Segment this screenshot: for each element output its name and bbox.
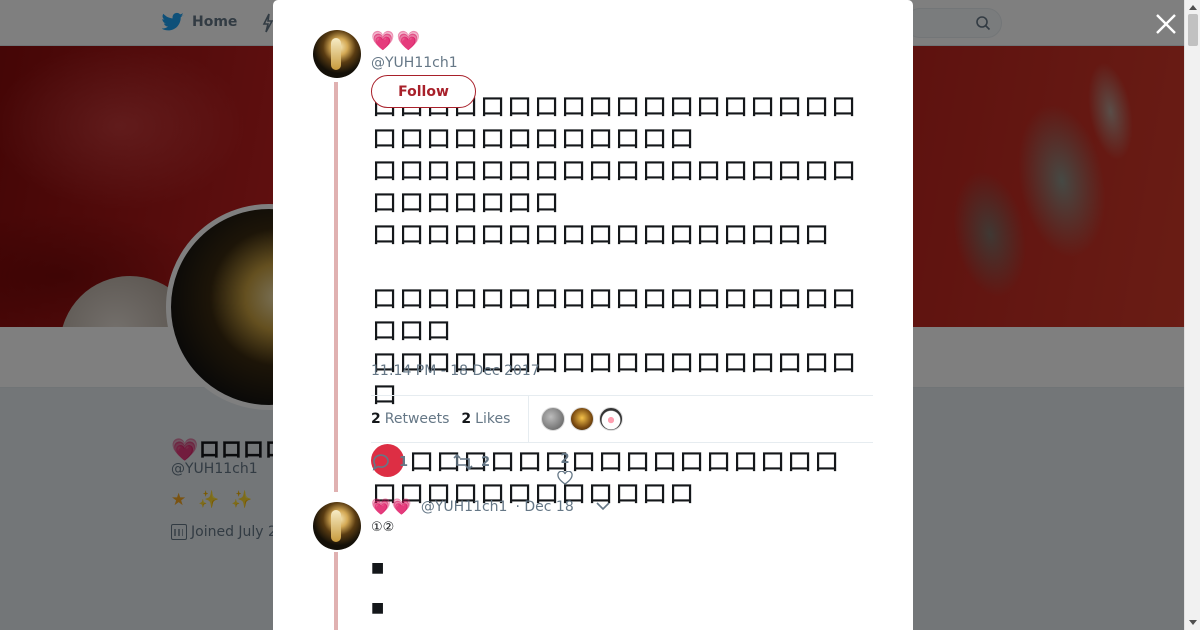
likes-count: 2 <box>461 411 472 427</box>
reply-author-handle[interactable]: @YUH11ch1 <box>421 499 508 515</box>
scrollbar-thumb[interactable] <box>1188 14 1198 46</box>
tweet-text-line: ロロロロロロロロロロロロロロロロロロロロロ <box>371 284 857 347</box>
reply-icon <box>372 454 389 471</box>
retweets-stat[interactable]: 2 Retweets <box>371 411 449 427</box>
like-count: 2 <box>560 452 570 467</box>
reply-text: ①② <box>371 520 395 535</box>
liker-avatar[interactable] <box>541 407 566 431</box>
page-scrollbar[interactable] <box>1184 0 1200 630</box>
retweets-label: Retweets <box>384 411 450 427</box>
like-button[interactable]: 2 <box>557 452 573 485</box>
tweet-author-handle[interactable]: @YUH11ch1 <box>371 55 458 71</box>
tweet-timestamp[interactable]: 11:14 PM - 18 Dec 2017 <box>371 363 540 379</box>
liker-avatar[interactable] <box>570 407 595 431</box>
follow-button[interactable]: Follow <box>371 75 476 108</box>
tweet-permalink-modal: 💗💗 @YUH11ch1 ロロロロロロロロロロロロロロロロロロロロロロロロロロロ… <box>273 0 913 630</box>
tweet-text-line: ロロロロロロロロロロロロロロロロロロロロロロロロロ <box>371 156 857 219</box>
liker-avatars <box>541 407 624 431</box>
reply-header: 💗💗 @YUH11ch1 · Dec 18 <box>371 497 610 516</box>
reply-text-symbol: ■ <box>371 600 385 616</box>
tweet-text: ロロロロロロロロロロロロロロロロロロロロロロロロロロロロロロ ロロロロロロロロロ… <box>371 92 861 511</box>
reply-author-avatar[interactable] <box>313 502 361 550</box>
chevron-down-icon[interactable] <box>596 502 610 511</box>
reply-author-name[interactable]: 💗💗 <box>371 497 413 516</box>
thread-connector-line <box>334 82 338 492</box>
retweet-icon <box>453 453 473 471</box>
likes-label: Likes <box>475 411 511 427</box>
thread-connector-line <box>334 552 338 630</box>
retweet-count: 2 <box>481 454 491 470</box>
retweets-count: 2 <box>371 411 381 427</box>
heart-icon <box>557 471 573 485</box>
likes-stat[interactable]: 2 Likes <box>461 411 510 427</box>
tweet-author-name[interactable]: 💗💗 <box>371 29 422 52</box>
tweet-stats: 2 Retweets 2 Likes <box>371 395 873 443</box>
reply-date[interactable]: · Dec 18 <box>515 499 573 515</box>
stats-divider <box>528 395 530 443</box>
tweet-actions: 1 2 2 <box>371 452 671 492</box>
scroll-down-arrow-icon[interactable] <box>1189 620 1197 625</box>
reply-button[interactable]: 1 <box>371 452 408 472</box>
retweet-button[interactable]: 2 <box>453 452 490 472</box>
tweet-author-avatar[interactable] <box>313 30 361 78</box>
tweet-text-line: ロロロロロロロロロロロロロロロロロ <box>371 220 830 251</box>
reply-count: 1 <box>399 454 409 470</box>
reply-text-symbol: ■ <box>371 560 385 576</box>
liker-avatar[interactable] <box>599 407 624 431</box>
close-icon[interactable] <box>1152 10 1180 38</box>
scroll-up-arrow-icon[interactable] <box>1189 5 1197 10</box>
